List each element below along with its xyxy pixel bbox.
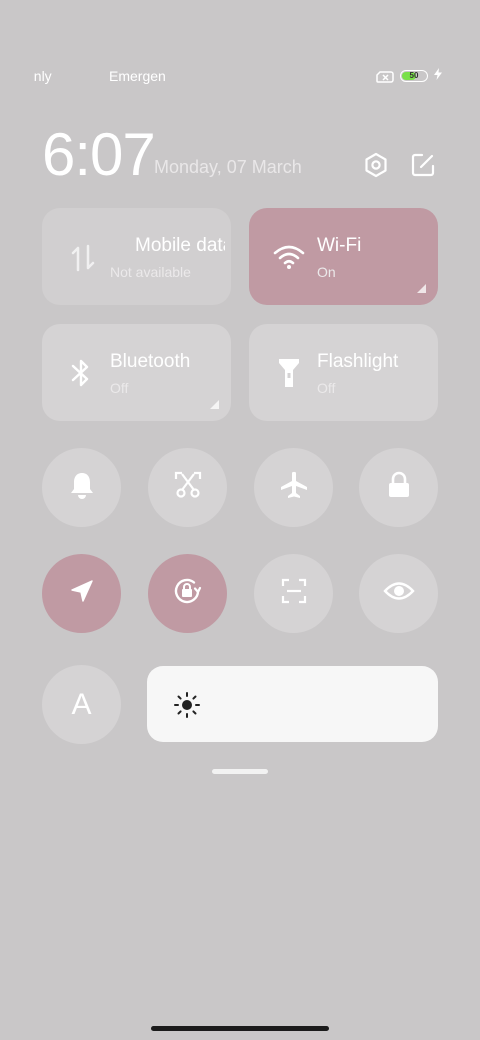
toggle-screenshot[interactable] (148, 448, 227, 527)
bell-icon (68, 470, 96, 505)
toggle-airplane-mode[interactable] (254, 448, 333, 527)
toggle-rotation-lock[interactable] (148, 554, 227, 633)
toggle-sound[interactable] (42, 448, 121, 527)
location-arrow-icon (69, 578, 95, 609)
toggle-scanner[interactable] (254, 554, 333, 633)
toggle-reading-mode[interactable] (359, 554, 438, 633)
tile-mobile-data[interactable]: Mobile data Not available (42, 208, 231, 305)
tile-title: Flashlight (317, 351, 399, 372)
tile-title: Mobile data (135, 235, 225, 256)
tile-title: Wi-Fi (317, 235, 362, 256)
rotation-lock-icon (171, 575, 205, 612)
battery-level: 50 (409, 71, 419, 80)
tile-subtitle: Not available (110, 264, 191, 280)
letter-a-icon: A (71, 687, 92, 721)
status-text-emergency: Emergency (109, 68, 165, 84)
settings-icon[interactable] (363, 152, 389, 178)
tile-subtitle: Off (110, 380, 129, 396)
scan-icon (280, 577, 308, 610)
brightness-slider[interactable] (147, 666, 438, 742)
expand-corner-icon[interactable] (210, 400, 219, 409)
date: Monday, 07 March (154, 157, 302, 177)
sun-icon (173, 691, 201, 724)
no-sim-icon (376, 70, 394, 83)
tile-subtitle: Off (317, 380, 336, 396)
tile-wifi[interactable]: Wi-Fi On (249, 208, 438, 305)
scissors-icon (173, 470, 203, 505)
tile-flashlight[interactable]: Flashlight Off (249, 324, 438, 421)
lock-icon (386, 471, 412, 504)
toggle-auto-brightness[interactable]: A (42, 665, 121, 744)
bluetooth-icon (70, 358, 98, 387)
status-bar-left: only Emergency (0, 68, 200, 86)
status-text-only: only (34, 68, 52, 84)
mobile-data-icon (70, 244, 98, 272)
wifi-icon (273, 244, 305, 272)
edit-icon[interactable] (410, 152, 436, 178)
toggle-lock-screen[interactable] (359, 448, 438, 527)
tile-subtitle: On (317, 264, 336, 280)
battery-icon: 50 (400, 70, 428, 82)
panel-drag-handle[interactable] (212, 769, 268, 774)
toggle-location[interactable] (42, 554, 121, 633)
status-bar-right: 50 (376, 66, 442, 86)
clock: 6:07 (42, 121, 156, 188)
tile-bluetooth[interactable]: Bluetooth Off (42, 324, 231, 421)
home-indicator[interactable] (151, 1026, 329, 1031)
eye-icon (382, 580, 415, 607)
expand-corner-icon[interactable] (417, 284, 426, 293)
charging-icon (434, 67, 442, 85)
flashlight-icon (277, 357, 305, 387)
airplane-icon (279, 470, 309, 505)
tile-title: Bluetooth (110, 351, 191, 372)
